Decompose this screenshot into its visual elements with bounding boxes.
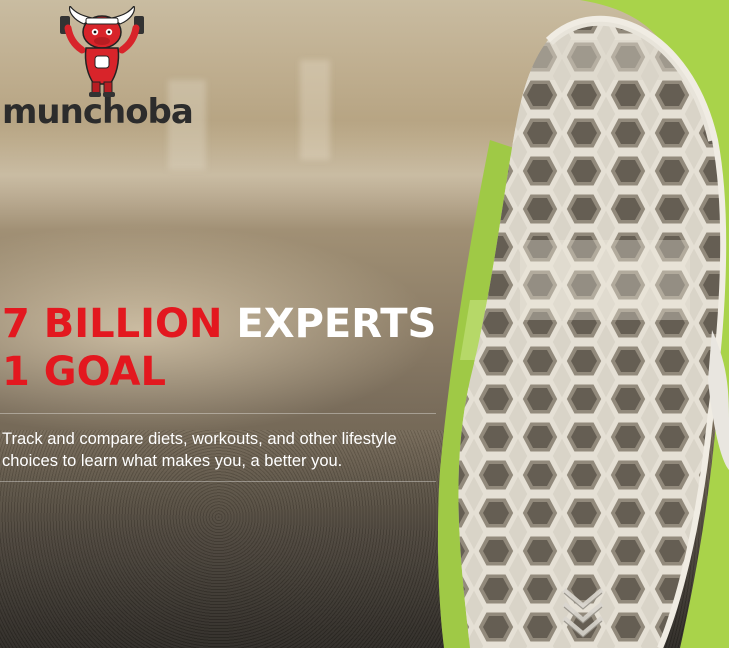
red-bull-mascot-icon: [60, 6, 144, 97]
divider-top: [0, 413, 436, 414]
headline-white-text: EXPERTS: [236, 301, 437, 347]
hero-banner: munchoba 7 BILLION EXPERTS 1 GOAL Track …: [0, 0, 729, 648]
chevron-down-icon[interactable]: [560, 584, 606, 644]
running-shoe-image: [437, 0, 729, 648]
divider-bottom: [0, 481, 436, 482]
hero-tagline: Track and compare diets, workouts, and o…: [2, 430, 397, 470]
hero-headline: 7 BILLION EXPERTS 1 GOAL: [2, 300, 436, 396]
headline-line-1: 7 BILLION EXPERTS: [2, 300, 436, 348]
headline-goal-text: 1 GOAL: [2, 349, 166, 395]
background-pillar: [300, 60, 330, 160]
brand-logo[interactable]: munchoba: [0, 6, 200, 136]
headline-line-2: 1 GOAL: [2, 348, 436, 396]
brand-name: munchoba: [2, 92, 194, 132]
headline-red-text: 7 BILLION: [2, 301, 223, 347]
